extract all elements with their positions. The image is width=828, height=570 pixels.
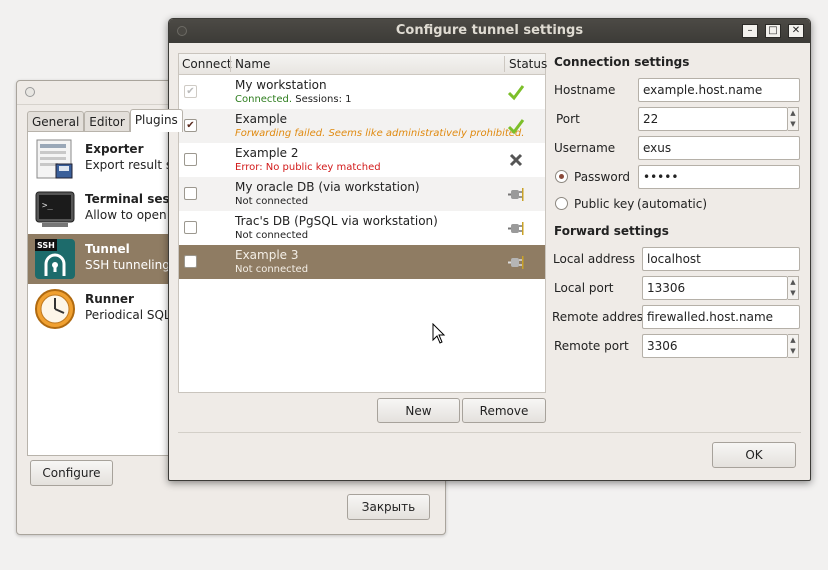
password-radio[interactable] xyxy=(555,170,568,183)
tab-editor[interactable]: Editor xyxy=(84,111,130,132)
tunnel-name: Trac's DB (PgSQL via workstation) xyxy=(235,214,438,228)
port-stepper[interactable]: ▲ ▼ xyxy=(788,107,799,131)
connect-checkbox[interactable] xyxy=(184,255,197,268)
plugin-description: Export result se xyxy=(85,158,180,172)
exporter-icon xyxy=(36,139,73,179)
connect-checkbox[interactable] xyxy=(184,187,197,200)
username-label: Username xyxy=(554,141,616,155)
maximize-button[interactable]: □ xyxy=(765,24,781,38)
dialog-title: Configure tunnel settings xyxy=(395,23,584,38)
tunnel-status-text: Not connected xyxy=(235,264,309,275)
tunnel-status-text: Not connected xyxy=(235,196,309,207)
publickey-radio[interactable] xyxy=(555,197,568,210)
password-field[interactable]: ••••• xyxy=(638,165,800,189)
ok-button[interactable]: OK xyxy=(712,442,796,468)
tunnel-row[interactable]: Example 2 Error: No public key matched xyxy=(179,143,545,177)
plugin-title: Terminal sessi xyxy=(85,192,181,206)
tunnel-row[interactable]: ✔ My workstation Connected. Sessions: 1 xyxy=(179,75,545,109)
check-icon xyxy=(507,119,525,135)
divider xyxy=(178,432,801,433)
tunnel-row[interactable]: ✔ Example Forwarding failed. Seems like … xyxy=(179,109,545,143)
port-label: Port xyxy=(556,112,580,126)
tunnel-name: Example xyxy=(235,112,288,126)
new-button[interactable]: New xyxy=(377,398,460,423)
local-address-field[interactable]: localhost xyxy=(642,247,800,271)
check-icon xyxy=(507,85,525,101)
tunnel-name: Example 3 xyxy=(235,248,299,262)
tunnel-row[interactable]: Example 3 Not connected xyxy=(179,245,545,279)
tunnel-status-text: Connected. Sessions: 1 xyxy=(235,94,352,105)
remote-port-stepper[interactable]: ▲ ▼ xyxy=(788,334,799,358)
connect-checkbox[interactable]: ✔ xyxy=(184,85,197,98)
local-port-stepper[interactable]: ▲ ▼ xyxy=(788,276,799,300)
connect-checkbox[interactable]: ✔ xyxy=(184,119,197,132)
publickey-label: Public key xyxy=(574,197,635,211)
local-port-label: Local port xyxy=(554,281,614,295)
remote-address-field[interactable]: firewalled.host.name xyxy=(642,305,800,329)
remove-button[interactable]: Remove xyxy=(462,398,546,423)
tunnel-list: Connect Name Status ✔ My workstation Con… xyxy=(178,53,547,393)
plugin-title: Runner xyxy=(85,292,134,306)
disconnected-plug-icon xyxy=(508,256,524,269)
port-field[interactable]: 22 xyxy=(638,107,788,131)
disconnected-plug-icon xyxy=(508,188,524,201)
tab-plugins[interactable]: Plugins xyxy=(129,109,183,132)
plugin-title: Tunnel xyxy=(85,242,130,256)
remote-port-field[interactable]: 3306 xyxy=(642,334,788,358)
close-button[interactable]: Закрыть xyxy=(347,494,430,520)
terminal-icon: >_ xyxy=(35,191,75,227)
mouse-cursor-icon xyxy=(432,323,446,344)
minimize-button[interactable]: – xyxy=(742,24,758,38)
column-connect[interactable]: Connect xyxy=(182,57,232,71)
connect-checkbox[interactable] xyxy=(184,221,197,234)
tab-general[interactable]: General xyxy=(27,111,85,132)
tunnel-status-text: Forwarding failed. Seems like administra… xyxy=(235,128,525,139)
error-x-icon xyxy=(509,153,523,167)
remote-port-label: Remote port xyxy=(554,339,629,353)
ssh-badge: SSH xyxy=(37,241,55,250)
configure-button[interactable]: Configure xyxy=(30,460,113,486)
preferences-tabs: General Editor Plugins xyxy=(27,109,183,132)
publickey-note: (automatic) xyxy=(637,197,708,211)
ssh-tunnel-icon: SSH xyxy=(35,239,75,279)
tunnel-name: My oracle DB (via workstation) xyxy=(235,180,420,194)
tunnel-row[interactable]: Trac's DB (PgSQL via workstation) Not co… xyxy=(179,211,545,245)
window-menu-button[interactable] xyxy=(25,87,35,97)
column-name[interactable]: Name xyxy=(235,57,270,71)
hostname-field[interactable]: example.host.name xyxy=(638,78,800,102)
disconnected-plug-icon xyxy=(508,222,524,235)
clock-icon xyxy=(35,289,75,329)
local-address-label: Local address xyxy=(553,252,636,266)
plugin-title: Exporter xyxy=(85,142,144,156)
tunnel-row[interactable]: My oracle DB (via workstation) Not conne… xyxy=(179,177,545,211)
plugin-description: SSH tunneling xyxy=(85,258,170,272)
tunnel-status-text: Error: No public key matched xyxy=(235,162,381,173)
hostname-label: Hostname xyxy=(554,83,616,97)
tunnel-status-text: Not connected xyxy=(235,230,309,241)
tunnel-list-header: Connect Name Status xyxy=(179,54,547,75)
svg-text:>_: >_ xyxy=(42,201,53,211)
dialog-titlebar: Configure tunnel settings – □ ✕ xyxy=(169,19,810,43)
tunnel-name: Example 2 xyxy=(235,146,299,160)
column-status[interactable]: Status xyxy=(509,57,547,71)
password-label: Password xyxy=(574,170,631,184)
window-close-button[interactable]: ✕ xyxy=(788,24,804,38)
forward-settings-heading: Forward settings xyxy=(554,224,669,238)
local-port-field[interactable]: 13306 xyxy=(642,276,788,300)
connection-settings-heading: Connection settings xyxy=(554,55,690,69)
configure-tunnel-dialog: Configure tunnel settings – □ ✕ Connect … xyxy=(168,18,811,481)
connect-checkbox[interactable] xyxy=(184,153,197,166)
tunnel-name: My workstation xyxy=(235,78,327,92)
username-field[interactable]: exus xyxy=(638,136,800,160)
remote-address-label: Remote address xyxy=(552,310,650,324)
